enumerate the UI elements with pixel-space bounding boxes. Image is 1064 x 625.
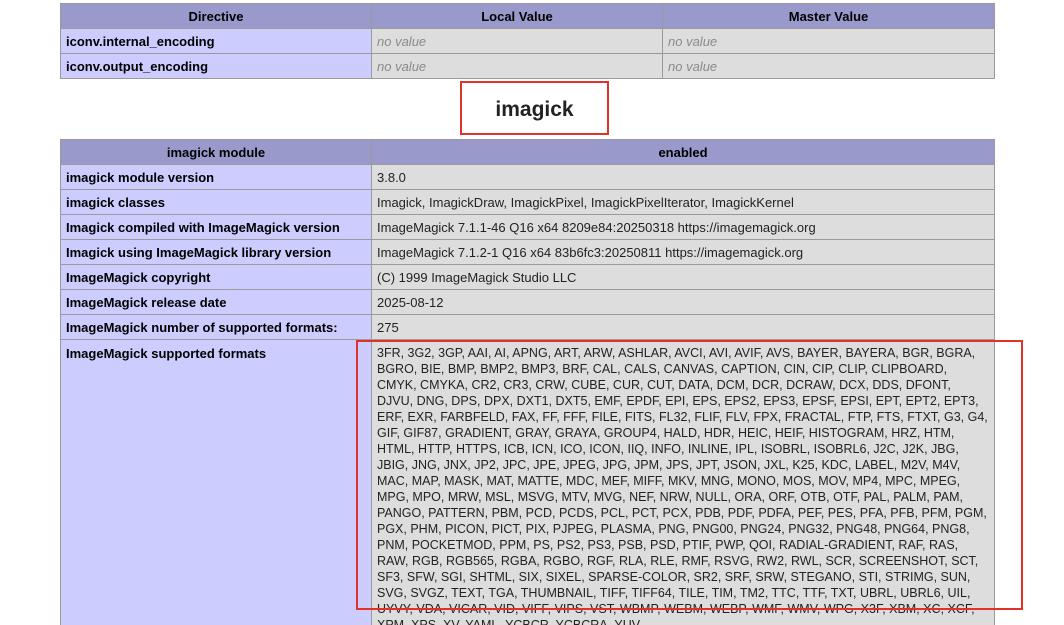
row-key: imagick classes	[60, 189, 372, 215]
local-value-cell: no value	[371, 53, 663, 79]
table-row: Imagick using ImageMagick library versio…	[60, 239, 995, 265]
table-row-supported-formats: ImageMagick supported formats 3FR, 3G2, …	[60, 339, 995, 625]
directive-name: iconv.internal_encoding	[60, 28, 372, 54]
row-value: Imagick, ImagickDraw, ImagickPixel, Imag…	[371, 189, 995, 215]
table-row: ImageMagick number of supported formats:…	[60, 314, 995, 340]
table-row: ImageMagick release date 2025-08-12	[60, 289, 995, 315]
row-value: (C) 1999 ImageMagick Studio LLC	[371, 264, 995, 290]
row-key: Imagick using ImageMagick library versio…	[60, 239, 372, 265]
table-header-row: Directive Local Value Master Value	[60, 3, 995, 29]
table-row: ImageMagick copyright (C) 1999 ImageMagi…	[60, 264, 995, 290]
column-header-master-value: Master Value	[662, 3, 995, 29]
column-header-module: imagick module	[60, 139, 372, 165]
row-key: ImageMagick release date	[60, 289, 372, 315]
row-value: ImageMagick 7.1.2-1 Q16 x64 83b6fc3:2025…	[371, 239, 995, 265]
row-key: ImageMagick copyright	[60, 264, 372, 290]
row-value: 275	[371, 314, 995, 340]
row-value: 2025-08-12	[371, 289, 995, 315]
row-value: 3.8.0	[371, 164, 995, 190]
imagick-section-title: imagick	[460, 81, 609, 135]
local-value: no value	[377, 58, 427, 74]
table-row: iconv.output_encoding no value no value	[60, 53, 995, 79]
table-row: imagick classes Imagick, ImagickDraw, Im…	[60, 189, 995, 215]
master-value-cell: no value	[662, 28, 995, 54]
supported-formats-label: ImageMagick supported formats	[60, 339, 372, 625]
row-key: Imagick compiled with ImageMagick versio…	[60, 214, 372, 240]
directive-name: iconv.output_encoding	[60, 53, 372, 79]
local-value: no value	[377, 33, 427, 49]
table-row: iconv.internal_encoding no value no valu…	[60, 28, 995, 54]
imagick-info-table: imagick module enabled imagick module ve…	[60, 139, 995, 625]
master-value-cell: no value	[662, 53, 995, 79]
table-header-row: imagick module enabled	[60, 139, 995, 165]
row-value: ImageMagick 7.1.1-46 Q16 x64 8209e84:202…	[371, 214, 995, 240]
table-row: Imagick compiled with ImageMagick versio…	[60, 214, 995, 240]
row-key: imagick module version	[60, 164, 372, 190]
column-header-enabled: enabled	[371, 139, 995, 165]
supported-formats-list: 3FR, 3G2, 3GP, AAI, AI, APNG, ART, ARW, …	[371, 339, 995, 625]
master-value: no value	[668, 58, 718, 74]
column-header-directive: Directive	[60, 3, 372, 29]
master-value: no value	[668, 33, 718, 49]
local-value-cell: no value	[371, 28, 663, 54]
column-header-local-value: Local Value	[371, 3, 663, 29]
phpinfo-page: Directive Local Value Master Value iconv…	[0, 0, 1064, 625]
iconv-directive-table: Directive Local Value Master Value iconv…	[60, 3, 995, 79]
row-key: ImageMagick number of supported formats:	[60, 314, 372, 340]
table-row: imagick module version 3.8.0	[60, 164, 995, 190]
